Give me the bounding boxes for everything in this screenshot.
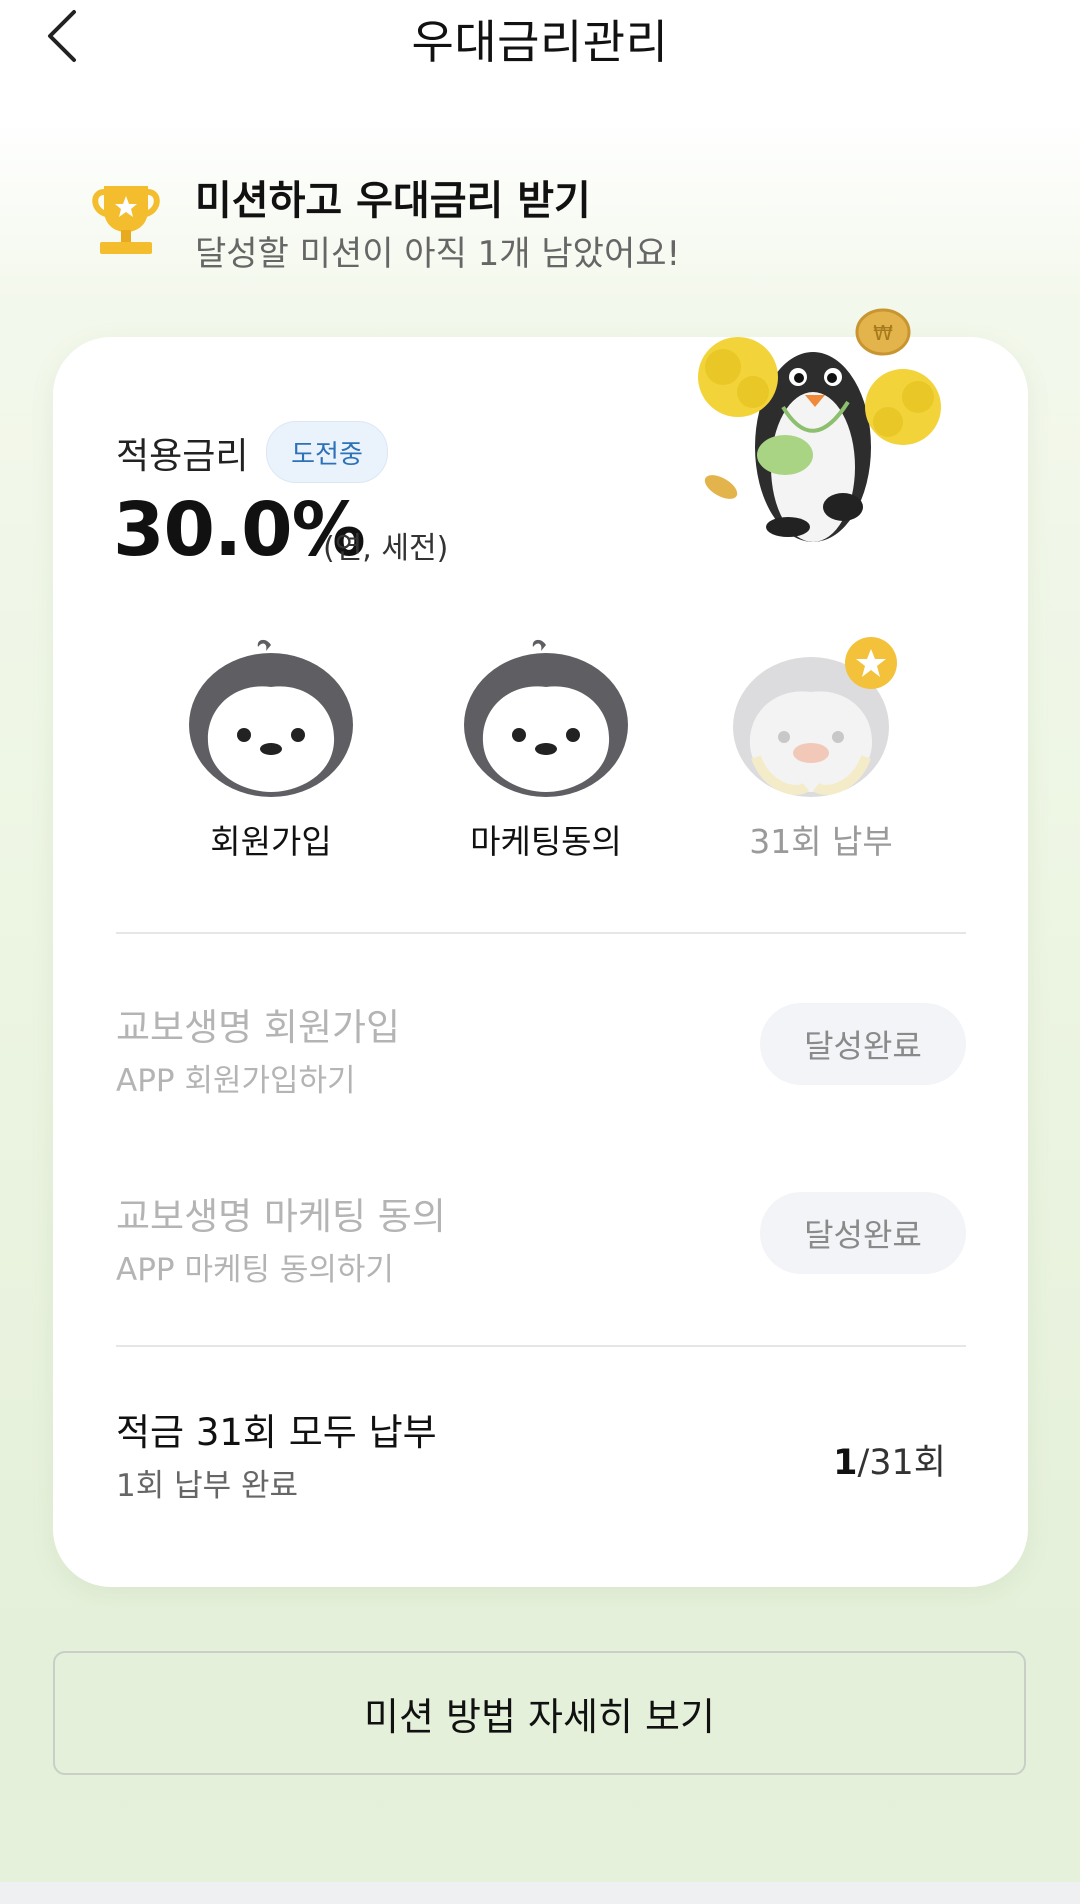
penguin-stamp-faded-icon xyxy=(733,637,897,797)
page-title: 우대금리관리 xyxy=(411,15,669,69)
rate-label: 적용금리 xyxy=(116,436,249,477)
svg-text:₩: ₩ xyxy=(873,321,893,345)
stamp-label: 31회 납부 xyxy=(749,822,893,861)
achieved-button[interactable]: 달성완료 xyxy=(760,1192,966,1274)
stamp-label: 회원가입 xyxy=(210,822,332,861)
divider xyxy=(116,1345,966,1347)
mission-subtitle: APP 마케팅 동의하기 xyxy=(116,1252,394,1288)
stamp-signup: 회원가입 xyxy=(161,637,381,863)
penguin-stamp-icon xyxy=(189,639,353,797)
mission-row-signup: 교보생명 회원가입 APP 회원가입하기 달성완료 xyxy=(116,997,966,1107)
header: 우대금리관리 xyxy=(0,0,1080,80)
mission-row-payment: 적금 31회 모두 납부 1회 납부 완료 1/31회 xyxy=(116,1402,966,1512)
banner-subtitle: 달성할 미션이 아직 1개 남았어요! xyxy=(195,234,681,274)
progress-current: 1 xyxy=(833,1443,858,1483)
mission-detail-button[interactable]: 미션 방법 자세히 보기 xyxy=(53,1651,1026,1775)
achieved-button[interactable]: 달성완료 xyxy=(760,1003,966,1085)
banner-title: 미션하고 우대금리 받기 xyxy=(195,178,591,224)
mission-title: 교보생명 회원가입 xyxy=(116,1006,401,1049)
rate-card: 적용금리 도전중 30.0% (연, 세전) ₩ 회원가입 마케팅동의 31회 … xyxy=(53,308,1028,1587)
mission-row-marketing: 교보생명 마케팅 동의 APP 마케팅 동의하기 달성완료 xyxy=(116,1186,966,1296)
mission-banner: 미션하고 우대금리 받기 달성할 미션이 아직 1개 남았어요! xyxy=(90,168,990,278)
mission-title: 적금 31회 모두 납부 xyxy=(116,1411,437,1454)
bottom-bar xyxy=(0,1882,1080,1904)
mission-title: 교보생명 마케팅 동의 xyxy=(116,1195,446,1238)
mission-subtitle: APP 회원가입하기 xyxy=(116,1063,356,1099)
penguin-mascot-illustration: ₩ xyxy=(698,308,941,542)
trophy-icon xyxy=(92,186,160,254)
mission-subtitle: 1회 납부 완료 xyxy=(116,1468,299,1504)
stamp-label: 마케팅동의 xyxy=(470,822,622,861)
rate-unit: (연, 세전) xyxy=(323,531,449,566)
progress-total: /31회 xyxy=(857,1443,946,1483)
divider xyxy=(116,932,966,934)
stamp-payment: 31회 납부 xyxy=(711,637,931,863)
penguin-stamp-icon xyxy=(464,639,628,797)
status-badge: 도전중 xyxy=(266,421,388,483)
payment-progress: 1/31회 xyxy=(833,1434,946,1485)
stamp-marketing: 마케팅동의 xyxy=(436,637,656,863)
